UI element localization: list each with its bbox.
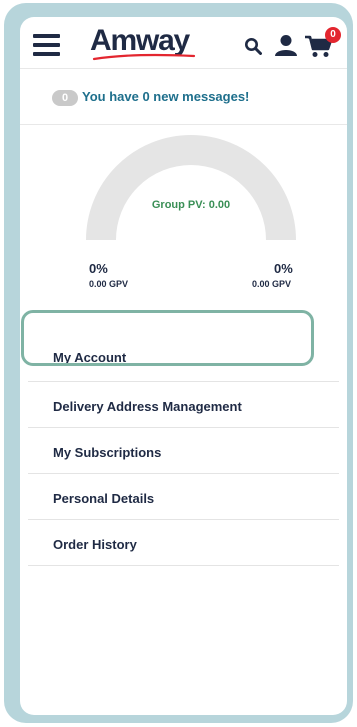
left-percent: 0% <box>89 261 108 276</box>
menu-item-personal-details[interactable]: Personal Details <box>28 474 339 520</box>
menu-item-my-account[interactable]: My Account <box>28 332 339 382</box>
menu-item-order-history[interactable]: Order History <box>28 520 339 566</box>
menu-item-subscriptions[interactable]: My Subscriptions <box>28 428 339 474</box>
menu-item-label: Order History <box>53 537 137 552</box>
menu-item-delivery-address[interactable]: Delivery Address Management <box>28 382 339 428</box>
right-percent: 0% <box>274 261 293 276</box>
account-menu: My Account Delivery Address Management M… <box>28 332 339 566</box>
menu-item-label: Delivery Address Management <box>53 399 242 414</box>
message-count-badge: 0 <box>52 90 78 106</box>
app-header: Amway 0 <box>20 17 347 69</box>
menu-item-label: Personal Details <box>53 491 155 506</box>
messages-banner[interactable]: 0 You have 0 new messages! <box>20 69 347 125</box>
phone-frame: Amway 0 0 You have 0 new messages! Group… <box>4 3 353 723</box>
search-icon[interactable] <box>244 37 262 55</box>
group-pv-gauge: Group PV: 0.00 <box>86 135 296 247</box>
cart-count-badge: 0 <box>325 27 341 43</box>
left-gpv: 0.00 GPV <box>89 279 129 289</box>
group-pv-label: Group PV: 0.00 <box>151 199 231 211</box>
messages-text: You have 0 new messages! <box>82 89 250 104</box>
logo-swoosh <box>92 53 196 61</box>
right-gpv: 0.00 GPV <box>252 279 292 289</box>
menu-item-label: My Account <box>53 350 127 365</box>
menu-item-label: My Subscriptions <box>53 445 162 460</box>
app-screen: Amway 0 0 You have 0 new messages! Group… <box>20 17 347 715</box>
amway-logo[interactable]: Amway <box>90 24 200 62</box>
hamburger-menu-icon[interactable] <box>33 34 60 56</box>
gauge-arc <box>86 135 296 241</box>
user-account-icon[interactable] <box>275 34 297 56</box>
